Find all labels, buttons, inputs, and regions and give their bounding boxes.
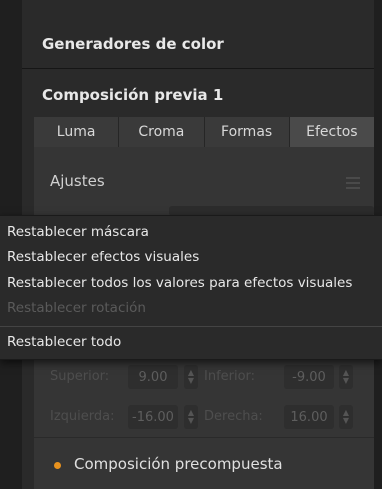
top-value-input[interactable]: 9.00 (128, 365, 178, 389)
precomposed-radio-label[interactable]: Composición precompuesta (74, 455, 283, 473)
right-value-input[interactable]: 16.00 (284, 405, 334, 429)
left-value-input[interactable]: -16.00 (128, 405, 178, 429)
section-title-color-generators[interactable]: Generadores de color (42, 35, 224, 53)
right-stepper[interactable]: ▲ ▼ (339, 405, 353, 429)
settings-heading: Ajustes (50, 172, 105, 190)
field-row-left-right: Izquierda: -16.00 ▲ ▼ Derecha: 16.00 ▲ ▼ (34, 403, 374, 433)
menu-item-reset-all[interactable]: Restablecer todo (0, 331, 382, 353)
field-row-top-bottom: Superior: 9.00 ▲ ▼ Inferior: -9.00 ▲ ▼ (34, 363, 374, 393)
hamburger-menu-icon[interactable] (346, 177, 360, 192)
divider (34, 437, 374, 438)
tab-luma[interactable]: Luma (34, 117, 120, 147)
menu-item-reset-visual-effects[interactable]: Restablecer efectos visuales (0, 246, 382, 268)
menu-item-reset-all-visual-effects-values[interactable]: Restablecer todos los valores para efect… (0, 272, 382, 294)
tab-croma[interactable]: Croma (119, 117, 205, 147)
tab-bar: Luma Croma Formas Efectos (34, 117, 374, 147)
section-divider (22, 68, 374, 69)
bottom-stepper[interactable]: ▲ ▼ (339, 365, 353, 389)
context-menu: Restablecer máscara Restablecer efectos … (0, 215, 382, 360)
section-title-preview-composition[interactable]: Composición previa 1 (42, 86, 223, 104)
left-label: Izquierda: (50, 409, 115, 424)
top-label: Superior: (50, 369, 110, 384)
menu-item-reset-mask[interactable]: Restablecer máscara (0, 221, 382, 243)
bottom-value-input[interactable]: -9.00 (284, 365, 334, 389)
top-stepper[interactable]: ▲ ▼ (184, 365, 198, 389)
tab-formas[interactable]: Formas (205, 117, 290, 147)
right-label: Derecha: (204, 409, 263, 424)
bottom-label: Inferior: (204, 369, 256, 384)
left-stepper[interactable]: ▲ ▼ (184, 405, 198, 429)
tab-efectos[interactable]: Efectos (289, 117, 374, 147)
menu-separator (0, 326, 382, 327)
radio-selected-icon[interactable] (54, 462, 61, 469)
menu-item-reset-rotation: Restablecer rotación (7, 300, 146, 316)
